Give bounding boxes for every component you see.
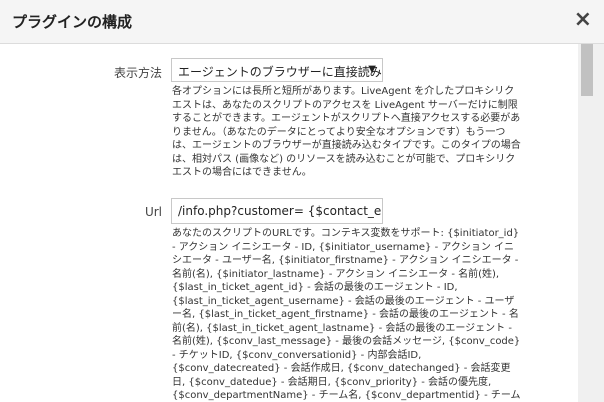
scrollbar[interactable] — [578, 44, 604, 402]
dialog-content: 表示方法 エージェントのブラウザーに直接読み込む ▼ 各オプションには長所と短所… — [0, 44, 578, 402]
display-method-help: 各オプションには長所と短所があります。LiveAgent を介したプロキシリクエ… — [172, 85, 522, 180]
url-input[interactable]: /info.php?customer= {$contact_email} — [171, 198, 383, 224]
dialog-title: プラグインの構成 — [12, 13, 133, 31]
url-label: Url — [144, 205, 162, 219]
url-input-value: /info.php?customer= {$contact_email} — [178, 204, 382, 218]
close-icon[interactable]: × — [574, 9, 592, 31]
dropdown-arrow-icon: ▼ — [368, 64, 376, 75]
display-method-select[interactable]: エージェントのブラウザーに直接読み込む ▼ — [171, 58, 383, 82]
url-help-text: あなたのスクリプトのURLです。コンテキス変数をサポート: {$initiato… — [172, 228, 521, 401]
display-method-selected-value: エージェントのブラウザーに直接読み込む — [178, 65, 383, 79]
display-method-help-text: 各オプションには長所と短所があります。LiveAgent を介したプロキシリクエ… — [172, 86, 521, 178]
scrollbar-thumb[interactable] — [581, 44, 593, 96]
plugin-config-dialog: プラグインの構成 × 表示方法 エージェントのブラウザーに直接読み込む ▼ 各オ… — [0, 0, 604, 402]
url-help: あなたのスクリプトのURLです。コンテキス変数をサポート: {$initiato… — [172, 227, 522, 402]
dialog-header: プラグインの構成 × — [0, 0, 604, 44]
display-method-label: 表示方法 — [113, 66, 162, 80]
